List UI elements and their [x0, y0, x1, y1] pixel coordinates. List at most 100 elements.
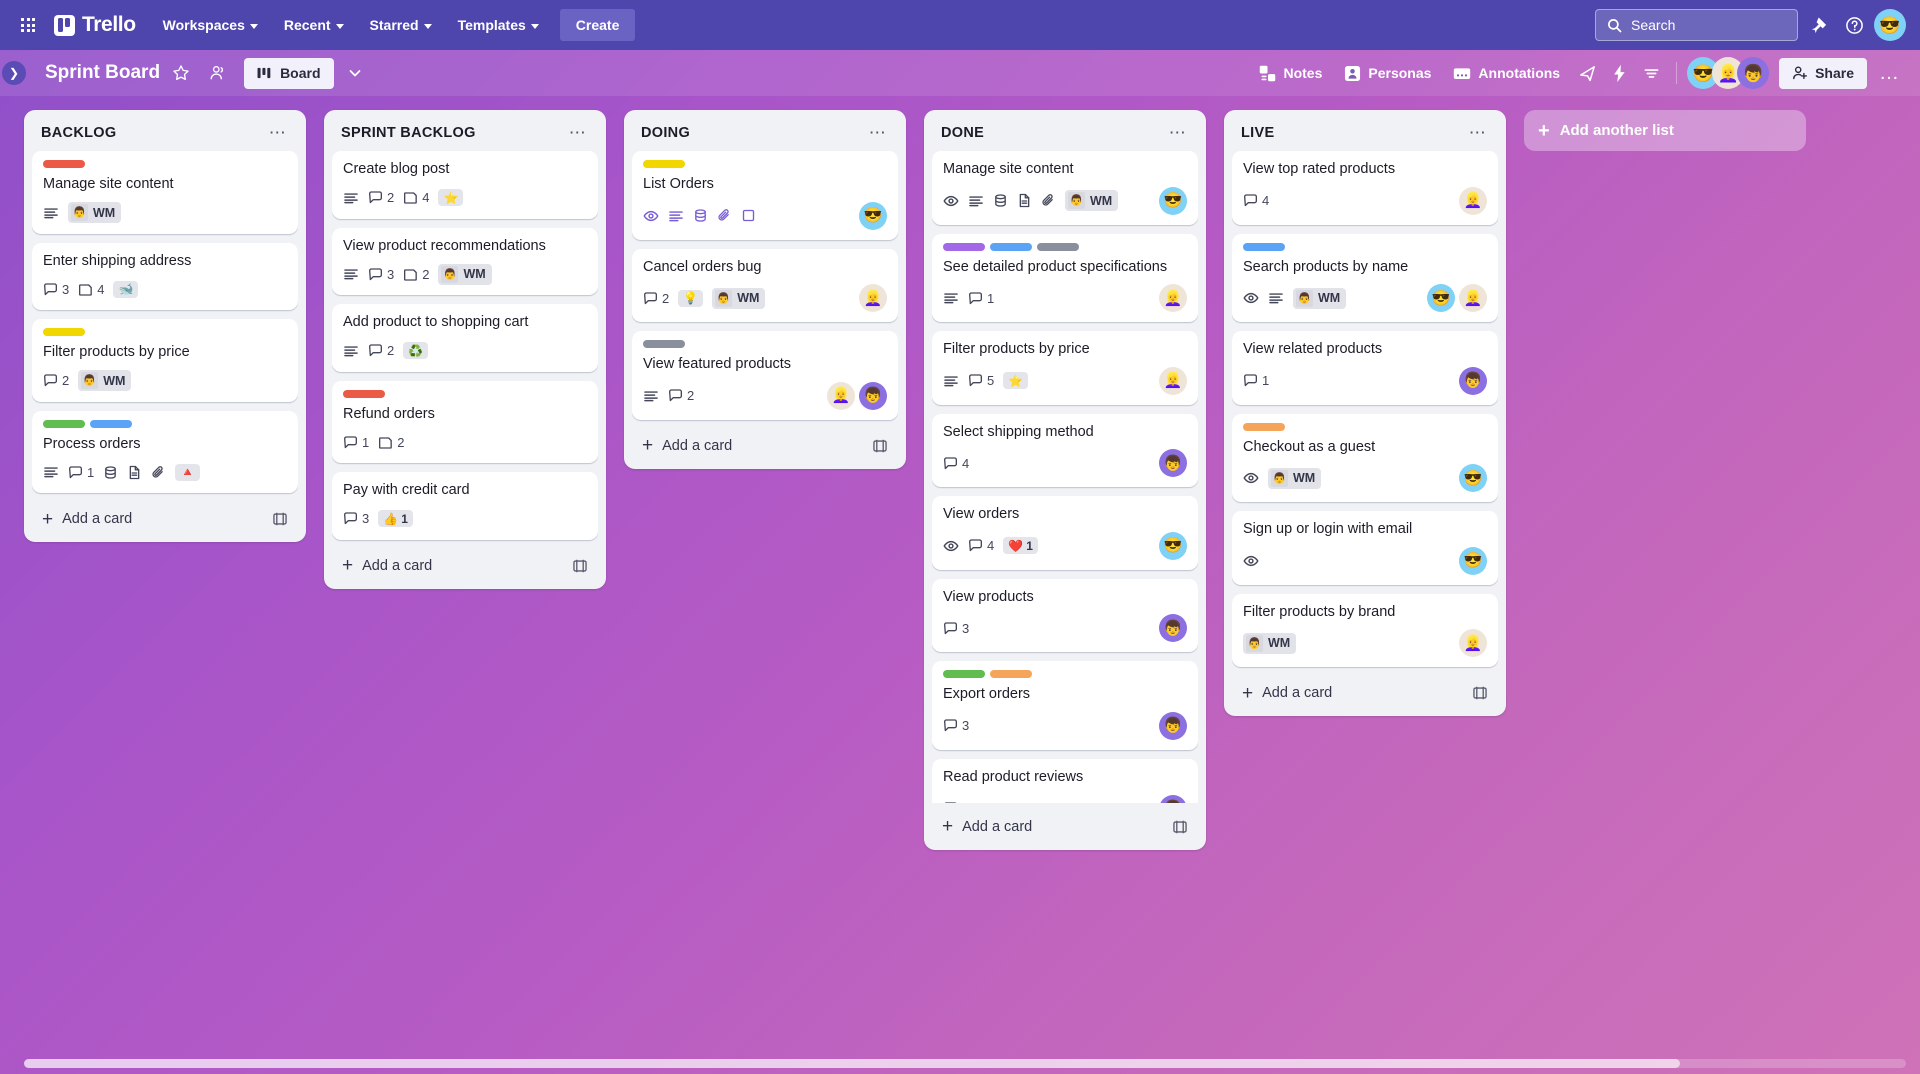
card-member-avatar[interactable]: 👱‍♀️ — [827, 381, 855, 410]
board-card[interactable]: View orders 4 ❤️ 1 😎 — [932, 496, 1198, 570]
nav-item-recent[interactable]: Recent — [273, 10, 355, 40]
card-member-avatar[interactable]: 👦 — [1159, 449, 1187, 478]
scrollbar-thumb[interactable] — [24, 1059, 1681, 1068]
sidebar-toggle-chevron-right-icon[interactable]: ❯ — [2, 61, 26, 85]
add-card-button[interactable]: + Add a card — [932, 810, 1198, 844]
board-card[interactable]: Add product to shopping cart 2 ♻️ — [332, 304, 598, 372]
search-input[interactable]: Search — [1595, 9, 1798, 41]
card-member-avatar[interactable]: 👱‍♀️ — [1159, 366, 1187, 395]
card-reaction-badge[interactable]: 💡 — [678, 289, 704, 307]
card-label[interactable] — [1243, 242, 1285, 251]
card-label[interactable] — [943, 242, 985, 251]
list-cards[interactable]: Manage site content 👨 WM 😎 See detailed prod… — [932, 151, 1198, 803]
board-view-selector[interactable]: Board — [244, 57, 334, 89]
share-button[interactable]: Share — [1779, 57, 1867, 89]
card-member-avatar[interactable]: 👱‍♀️ — [1459, 186, 1487, 215]
board-card[interactable]: View product recommendations 3 2 👨 WM — [332, 227, 598, 296]
card-member-avatar[interactable]: 👦 — [1159, 794, 1187, 803]
add-card-button[interactable]: + Add a card — [632, 429, 898, 463]
card-template-icon[interactable] — [272, 511, 288, 527]
list-title[interactable]: DOING — [641, 125, 867, 141]
list-cards[interactable]: Create blog post 2 4 ⭐ View product recommen… — [332, 151, 598, 542]
card-label[interactable] — [43, 419, 85, 428]
card-member-avatar[interactable]: 😎 — [859, 201, 887, 230]
list-menu-icon[interactable]: ⋯ — [267, 124, 289, 141]
card-member-chip[interactable]: 👨 WM — [1243, 632, 1297, 654]
card-label[interactable] — [343, 389, 385, 398]
card-reaction-badge[interactable]: 🔺 — [175, 463, 201, 481]
card-template-icon[interactable] — [572, 558, 588, 574]
board-card[interactable]: Read product reviews1👦 — [932, 758, 1198, 803]
board-card[interactable]: Create blog post 2 4 ⭐ — [332, 151, 598, 219]
board-card[interactable]: Filter products by price 2 👨 WM — [32, 319, 298, 402]
powerup-personas-button[interactable]: Personas — [1334, 58, 1441, 89]
nav-item-workspaces[interactable]: Workspaces — [152, 10, 269, 40]
list-title[interactable]: LIVE — [1241, 125, 1467, 141]
board-card[interactable]: Manage site content 👨 WM 😎 — [932, 151, 1198, 225]
list-cards[interactable]: Manage site content 👨 WM Enter shipping add… — [32, 151, 298, 495]
card-label[interactable] — [643, 160, 685, 168]
list-cards[interactable]: View top rated products 4 👱‍♀️ Search produ… — [1232, 151, 1498, 669]
card-member-chip[interactable]: 👨 WM — [712, 287, 766, 309]
board-horizontal-scrollbar[interactable] — [24, 1059, 1906, 1068]
page-title[interactable]: Sprint Board — [45, 62, 160, 84]
board-card[interactable]: Pay with credit card 3 👍 1 — [332, 472, 598, 540]
account-avatar[interactable]: 😎 — [1874, 9, 1906, 41]
add-card-button[interactable]: + Add a card — [1232, 676, 1498, 710]
card-member-chip[interactable]: 👨 WM — [1293, 287, 1347, 309]
card-member-avatar[interactable]: 👱‍♀️ — [1459, 629, 1487, 658]
card-member-chip[interactable]: 👨 WM — [1065, 190, 1119, 212]
card-label[interactable] — [990, 242, 1032, 251]
board-card[interactable]: View related products 1 👦 — [1232, 331, 1498, 405]
board-card[interactable]: Sign up or login with email 😎 — [1232, 511, 1498, 585]
powerup-notes-button[interactable]: Notes — [1249, 58, 1332, 89]
board-card[interactable]: Process orders 1 🔺 — [32, 410, 298, 494]
card-member-avatar[interactable]: 👱‍♀️ — [1159, 284, 1187, 313]
card-member-chip[interactable]: 👨 WM — [438, 263, 492, 285]
card-label[interactable] — [1243, 422, 1285, 431]
card-label[interactable] — [643, 340, 685, 349]
board-card[interactable]: Cancel orders bug 2 💡 👨 WM 👱‍♀️ — [632, 248, 898, 323]
board-card[interactable]: Enter shipping address 3 4 🐋 — [32, 242, 298, 311]
card-member-avatar[interactable]: 👦 — [1159, 711, 1187, 740]
add-card-button[interactable]: + Add a card — [332, 549, 598, 583]
board-card[interactable]: Filter products by price 5 ⭐ 👱‍♀️ — [932, 331, 1198, 405]
card-member-avatar[interactable]: 👦 — [1459, 366, 1487, 395]
list-title[interactable]: DONE — [941, 125, 1167, 141]
card-reaction-badge[interactable]: ⭐ — [438, 189, 464, 207]
list-menu-icon[interactable]: ⋯ — [567, 124, 589, 141]
add-card-button[interactable]: + Add a card — [32, 502, 298, 536]
card-reaction-badge[interactable]: 👍 1 — [378, 510, 413, 528]
card-member-avatar[interactable]: 😎 — [1159, 186, 1187, 215]
powerup-annotations-button[interactable]: Annotations — [1443, 58, 1570, 88]
card-member-chip[interactable]: 👨 WM — [68, 202, 122, 224]
board-card[interactable]: List Orders 😎 — [632, 151, 898, 240]
workspace-visible-icon[interactable] — [202, 58, 232, 88]
nav-item-templates[interactable]: Templates — [447, 10, 550, 40]
board-card[interactable]: View top rated products 4 👱‍♀️ — [1232, 151, 1498, 225]
filter-icon[interactable] — [1636, 58, 1666, 88]
board-view-chevron-down-icon[interactable] — [340, 58, 370, 88]
list-menu-icon[interactable]: ⋯ — [867, 124, 889, 141]
board-card[interactable]: Export orders 3 👦 — [932, 661, 1198, 750]
list-menu-icon[interactable]: ⋯ — [1467, 124, 1489, 141]
card-member-chip[interactable]: 👨 WM — [78, 370, 132, 392]
board-card[interactable]: Refund orders 1 2 — [332, 380, 598, 464]
add-list-button[interactable]: + Add another list — [1524, 110, 1806, 151]
card-member-avatar[interactable]: 😎 — [1427, 284, 1455, 313]
card-member-avatar[interactable]: 😎 — [1159, 531, 1187, 560]
card-label[interactable] — [43, 160, 85, 168]
card-template-icon[interactable] — [1172, 819, 1188, 835]
card-template-icon[interactable] — [872, 438, 888, 454]
card-member-avatar[interactable]: 👱‍♀️ — [1459, 284, 1487, 313]
grid-apps-icon[interactable] — [14, 11, 42, 39]
card-member-avatar[interactable]: 😎 — [1459, 546, 1487, 575]
card-label[interactable] — [990, 670, 1032, 679]
list-title[interactable]: BACKLOG — [41, 125, 267, 141]
board-card[interactable]: View featured products 2 👱‍♀️ 👦 — [632, 331, 898, 420]
card-label[interactable] — [90, 419, 132, 428]
board-card[interactable]: Checkout as a guest 👨 WM 😎 — [1232, 413, 1498, 503]
trello-logo[interactable]: Trello — [54, 13, 136, 37]
card-reaction-badge[interactable]: ⭐ — [1003, 372, 1029, 390]
card-member-avatar[interactable]: 👦 — [859, 381, 887, 410]
